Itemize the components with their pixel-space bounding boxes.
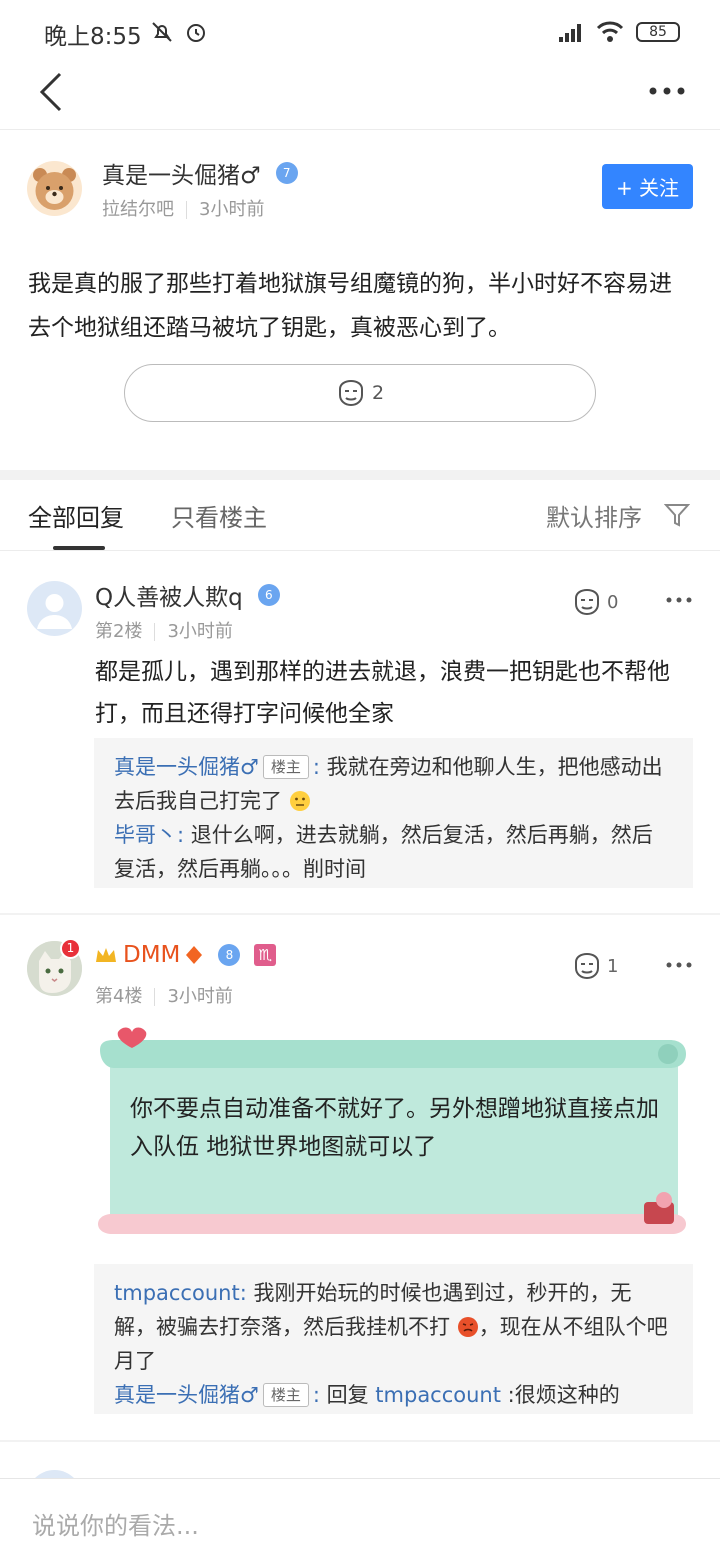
reply-author[interactable]: DMM 8 ♏ <box>95 942 277 968</box>
comment-input[interactable]: 说说你的看法... <box>32 1506 199 1541</box>
battery-indicator: 85 <box>636 22 680 42</box>
post-author-avatar[interactable] <box>27 161 82 216</box>
owner-tag: 楼主 <box>262 1383 309 1407</box>
reply-avatar[interactable] <box>27 581 82 636</box>
sub-reply: tmpaccount: 我刚开始玩的时候也遇到过，秒开的，无解，被骗去打奈落，然… <box>114 1281 668 1373</box>
angry-emoji-icon <box>457 1317 478 1337</box>
reply-like-button[interactable]: 0 <box>572 588 618 616</box>
reply-prefix: 回复 <box>326 1383 369 1407</box>
crown-icon <box>96 948 116 962</box>
sub-replies[interactable]: tmpaccount: 我刚开始玩的时候也遇到过，秒开的，无解，被骗去打奈落，然… <box>94 1264 693 1414</box>
bear-avatar-icon <box>33 168 76 210</box>
reply-like-button[interactable]: 1 <box>572 952 618 980</box>
thinking-emoji-icon <box>289 791 310 811</box>
section-divider <box>0 470 720 480</box>
reply-floor: 第2楼 <box>95 621 143 642</box>
tab-only-owner[interactable]: 只看楼主 <box>171 498 267 533</box>
tab-all-replies[interactable]: 全部回复 <box>28 498 124 533</box>
sub-reply-user[interactable]: tmpaccount <box>114 1281 240 1305</box>
reply-meta: 第2楼 3小时前 <box>95 617 233 643</box>
notification-badge: 1 <box>60 938 81 959</box>
alarm-icon <box>187 24 205 42</box>
reply-meta: 第4楼 3小时前 <box>95 982 233 1008</box>
forum-name[interactable]: 拉结尔吧 <box>102 199 174 220</box>
post-author-name[interactable]: 真是一头倔猪♂ <box>102 163 261 189</box>
sub-reply: 毕哥丶: 退什么啊，进去就躺，然后复活，然后再躺，然后复活，然后再躺。。。削时间 <box>114 823 653 881</box>
post-meta: 拉结尔吧 3小时前 <box>102 195 264 221</box>
card-text: 你不要点自动准备不就好了。另外想蹭地狱直接点加入队伍 地狱世界地图就可以了 <box>130 1096 659 1160</box>
reply-divider <box>0 913 720 915</box>
reply-author-name[interactable]: Q人善被人欺q <box>95 585 243 611</box>
like-face-icon <box>575 952 599 980</box>
default-user-icon <box>37 594 72 629</box>
sub-replies[interactable]: 真是一头倔猪♂ 楼主: 我就在旁边和他聊人生，把他感动出去后我自己打完了 毕哥丶:… <box>94 738 693 888</box>
sub-reply-text: 退什么啊，进去就躺，然后复活，然后再躺，然后复活，然后再躺。。。削时间 <box>114 823 653 881</box>
follow-button[interactable]: + 关注 <box>602 164 693 209</box>
nav-bar <box>0 62 720 130</box>
reply-floor: 第4楼 <box>95 986 143 1007</box>
post-time: 3小时前 <box>199 199 265 220</box>
tab-indicator <box>53 546 105 550</box>
back-arrow-icon[interactable] <box>38 72 64 112</box>
scorpio-icon: ♏ <box>254 944 277 966</box>
sub-reply-user[interactable]: 毕哥丶 <box>114 823 177 847</box>
sub-reply: 真是一头倔猪♂ 楼主: 我就在旁边和他聊人生，把他感动出去后我自己打完了 <box>114 755 663 813</box>
sub-reply: 真是一头倔猪♂ 楼主: 回复 tmpaccount :很烦这种的 <box>114 1383 620 1407</box>
vip-diamond-icon <box>186 946 203 964</box>
signal-icon <box>559 24 581 42</box>
like-face-icon <box>338 379 363 407</box>
reply-tabs: 全部回复 只看楼主 默认排序 <box>0 480 720 551</box>
post-content: 我是真的服了那些打着地狱旗号组魔镜的狗，半小时好不容易进去个地狱组还踏马被坑了钥… <box>28 271 672 341</box>
owner-tag: 楼主 <box>262 755 309 779</box>
like-face-icon <box>575 588 599 616</box>
level-badge: 6 <box>257 584 280 606</box>
sort-button[interactable]: 默认排序 <box>546 498 642 533</box>
reply-author-name[interactable]: DMM <box>123 942 180 968</box>
reply-time: 3小时前 <box>167 986 233 1007</box>
reply-to-user[interactable]: tmpaccount <box>375 1383 501 1407</box>
wifi-icon <box>596 21 624 42</box>
filter-icon[interactable] <box>664 502 690 528</box>
sub-reply-user[interactable]: 真是一头倔猪♂ <box>114 1383 259 1407</box>
level-badge: 7 <box>275 162 298 184</box>
reply-time: 3小时前 <box>167 621 233 642</box>
valentine-card: 你不要点自动准备不就好了。另外想蹭地狱直接点加入队伍 地狱世界地图就可以了 <box>96 1024 692 1240</box>
more-options-icon[interactable] <box>648 86 686 96</box>
post-like-count: 2 <box>371 382 385 404</box>
sub-reply-user[interactable]: 真是一头倔猪♂ <box>114 755 259 779</box>
mute-bell-icon <box>152 22 172 42</box>
reply-divider <box>0 1440 720 1442</box>
reply-content: 都是孤儿，遇到那样的进去就退，浪费一把钥匙也不帮他打，而且还得打字问候他全家 <box>95 659 670 727</box>
reply-like-count: 0 <box>607 591 619 613</box>
reply-author[interactable]: Q人善被人欺q 6 <box>95 578 280 612</box>
level-badge: 8 <box>218 944 241 966</box>
post-like-button[interactable]: 2 <box>124 364 596 422</box>
post-author[interactable]: 真是一头倔猪♂ 7 <box>102 156 298 190</box>
status-time: 晚上8:55 <box>44 24 142 50</box>
reply-more-icon[interactable] <box>666 961 692 969</box>
sub-reply-text: :很烦这种的 <box>507 1383 620 1407</box>
status-bar: 晚上8:55 85 <box>0 0 720 62</box>
reply-like-count: 1 <box>607 955 619 977</box>
reply-more-icon[interactable] <box>666 596 692 604</box>
